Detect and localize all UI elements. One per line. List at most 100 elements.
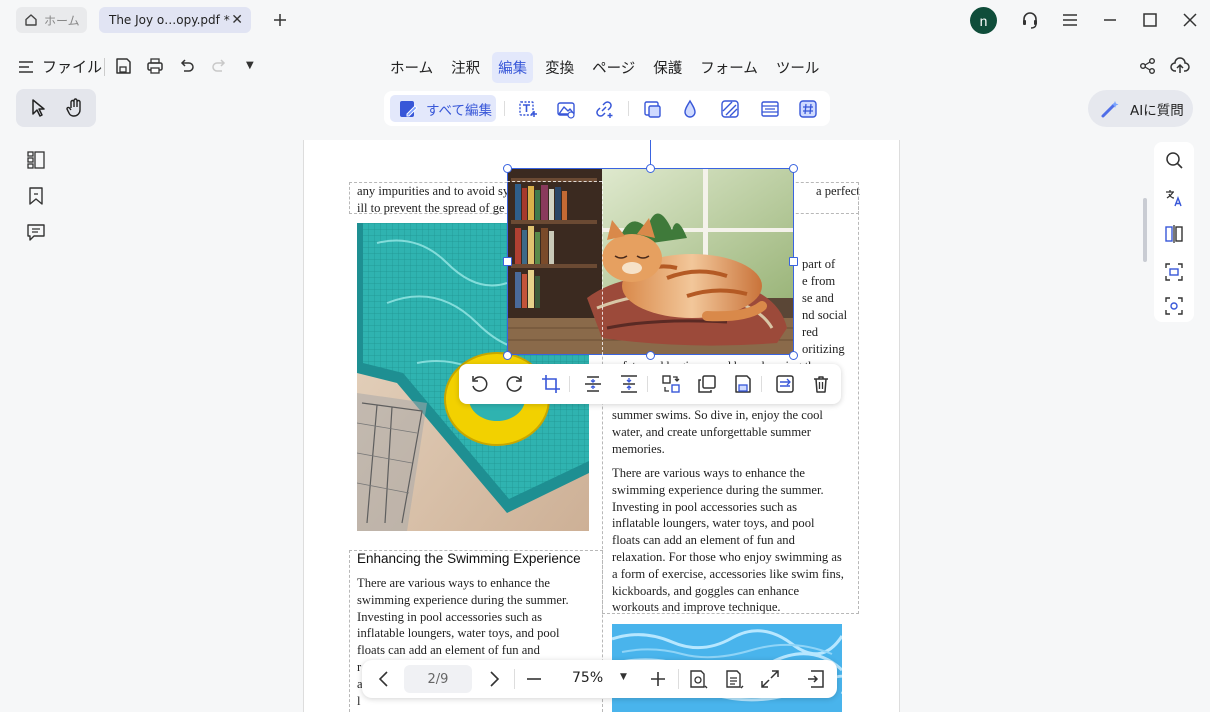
divider — [569, 376, 570, 392]
zoom-dropdown-icon[interactable]: ▼ — [620, 672, 627, 682]
select-cursor-icon[interactable] — [28, 98, 48, 118]
resize-handle[interactable] — [503, 257, 512, 266]
tab-form[interactable]: フォーム — [694, 52, 764, 83]
text-line: floats can add an element of fun and — [357, 643, 540, 658]
maximize-button[interactable] — [1140, 10, 1160, 30]
crop-icon[interactable] — [541, 374, 561, 394]
resize-handle[interactable] — [789, 351, 798, 360]
ocr-scan-icon[interactable] — [1164, 262, 1184, 282]
bates-number-icon[interactable] — [798, 99, 818, 119]
text-line: floats can add an element of fun and — [612, 533, 795, 548]
replace-image-icon[interactable] — [661, 374, 681, 394]
tab-convert[interactable]: 変換 — [539, 52, 580, 83]
tab-home-menu[interactable]: ホーム — [384, 52, 439, 83]
thumbnails-icon[interactable] — [26, 150, 46, 170]
menu-icon[interactable] — [1060, 10, 1080, 30]
hand-tool-icon[interactable] — [64, 97, 86, 119]
text-line: Investing in pool accessories such as — [357, 609, 543, 624]
text-line: There are various ways to enhance the — [612, 466, 806, 480]
headset-icon[interactable] — [1020, 10, 1040, 30]
left-sidebar — [18, 142, 56, 252]
read-mode-icon[interactable] — [688, 669, 708, 689]
add-image-icon[interactable] — [556, 99, 576, 119]
screenshot-icon[interactable] — [1164, 296, 1184, 316]
tab-page[interactable]: ページ — [586, 52, 641, 83]
comments-icon[interactable] — [26, 222, 46, 242]
copy-icon[interactable] — [697, 374, 717, 394]
text-line: water, and create unforgettable summer — [612, 424, 811, 439]
page-layout-icon[interactable] — [724, 669, 744, 689]
tab-edit[interactable]: 編集 — [492, 52, 534, 83]
share-icon[interactable] — [1139, 57, 1157, 75]
divider — [514, 669, 515, 689]
add-link-icon[interactable] — [594, 99, 614, 119]
text-line: Investing in pool accessories such as — [612, 499, 798, 514]
zoom-level[interactable]: 75% — [572, 670, 603, 686]
close-tab-icon[interactable]: ✕ — [231, 12, 243, 28]
text-line: a form of exercise, accessories like swi… — [612, 566, 844, 581]
next-page-icon[interactable] — [484, 669, 504, 689]
tab-protect[interactable]: 保護 — [647, 52, 688, 83]
tab-document[interactable]: The Joy o…opy.pdf * ✕ — [99, 7, 251, 33]
undo-icon[interactable] — [178, 57, 196, 75]
align-center-icon[interactable] — [583, 374, 603, 394]
tab-annotate[interactable]: 注釈 — [445, 52, 486, 83]
resize-handle[interactable] — [503, 351, 512, 360]
image-properties-icon[interactable] — [775, 374, 795, 394]
file-menu[interactable]: ファイル — [18, 56, 102, 77]
resize-handle[interactable] — [646, 351, 655, 360]
header-footer-icon[interactable] — [760, 99, 780, 119]
divider — [647, 376, 648, 392]
tab-document-label: The Joy o…opy.pdf * — [109, 13, 230, 27]
tab-home-label: ホーム — [44, 13, 80, 28]
crop-guide — [602, 181, 603, 355]
rotate-left-icon[interactable] — [469, 374, 489, 394]
text-line: any impurities and to avoid sy — [357, 184, 510, 198]
cloud-upload-icon[interactable] — [1170, 56, 1190, 76]
redo-icon[interactable] — [210, 57, 228, 75]
menu-bar: ファイル ▼ ホーム 注釈 編集 変換 ページ 保護 フォーム ツール — [0, 50, 1210, 84]
page-number-field[interactable]: 2/9 — [404, 665, 472, 693]
close-window-button[interactable] — [1180, 10, 1200, 30]
avatar[interactable]: n — [970, 7, 997, 34]
crop-page-icon[interactable] — [642, 99, 662, 119]
edit-all-button[interactable]: すべて編集 — [390, 95, 496, 122]
page-navigation-bar: 2/9 75% ▼ — [362, 660, 837, 698]
save-icon[interactable] — [114, 57, 132, 75]
add-text-icon[interactable] — [518, 99, 538, 119]
right-paragraph-2: There are various ways to enhance the sw… — [612, 465, 852, 616]
save-image-icon[interactable] — [733, 374, 753, 394]
compare-icon[interactable] — [1164, 224, 1184, 244]
fit-page-icon[interactable] — [760, 669, 780, 689]
collapse-panel-icon[interactable] — [806, 669, 826, 689]
image-toolbar — [459, 364, 841, 404]
previous-page-icon[interactable] — [374, 669, 394, 689]
search-icon[interactable] — [1164, 150, 1184, 170]
new-tab-button[interactable] — [270, 10, 290, 30]
tab-tools[interactable]: ツール — [770, 52, 826, 83]
zoom-in-icon[interactable] — [648, 669, 668, 689]
tab-home[interactable]: ホーム — [16, 7, 87, 33]
resize-handle[interactable] — [503, 164, 512, 173]
right-paragraph-1: summer swims. So dive in, enjoy the cool… — [612, 407, 852, 457]
zoom-out-icon[interactable] — [524, 669, 544, 689]
translate-icon[interactable] — [1164, 188, 1184, 208]
background-icon[interactable] — [720, 99, 740, 119]
ask-ai-button[interactable]: AIに質問 — [1088, 90, 1193, 127]
resize-handle[interactable] — [789, 164, 798, 173]
distribute-icon[interactable] — [619, 374, 639, 394]
watermark-icon[interactable] — [680, 99, 700, 119]
print-icon[interactable] — [146, 57, 164, 75]
selection-box — [507, 168, 794, 355]
rotate-right-icon[interactable] — [505, 374, 525, 394]
vertical-scrollbar[interactable] — [1143, 198, 1147, 262]
text-line: There are various ways to enhance the — [357, 576, 551, 590]
right-sidebar — [1154, 142, 1194, 322]
resize-handle[interactable] — [789, 257, 798, 266]
bookmark-icon[interactable] — [26, 186, 46, 206]
delete-icon[interactable] — [811, 374, 831, 394]
text-line: inflatable loungers, water toys, and poo… — [357, 626, 560, 641]
quick-access-dropdown-icon[interactable]: ▼ — [246, 60, 254, 71]
resize-handle[interactable] — [646, 164, 655, 173]
minimize-button[interactable] — [1100, 10, 1120, 30]
